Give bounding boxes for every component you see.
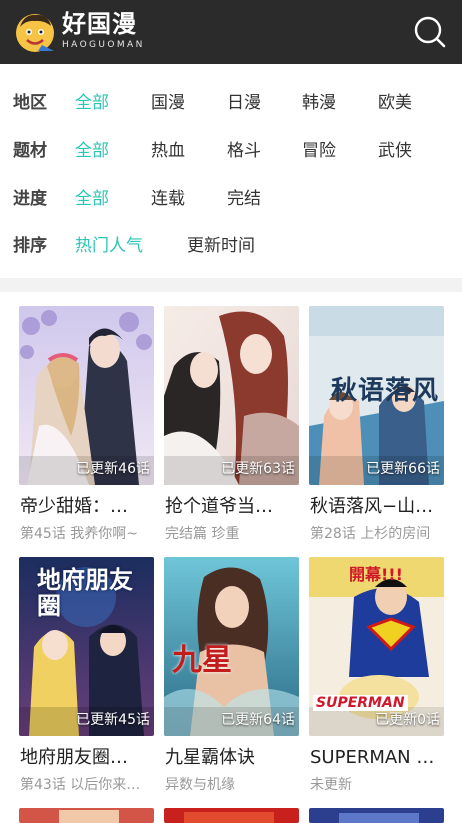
filter-option-genre-wuxia[interactable]: 武侠 — [378, 139, 412, 163]
cover-title-art: 九星 — [172, 643, 232, 678]
sort-option-popular[interactable]: 热门人气 — [75, 234, 143, 258]
cover-title-art: 地府朋友圈 — [37, 565, 133, 620]
comic-latest-chapter: 异数与机缘 — [165, 777, 235, 793]
filter-option-genre-fighting[interactable]: 格斗 — [227, 139, 261, 163]
filter-label: 地区 — [13, 93, 47, 113]
comic-latest-chapter: 第28话 上杉的房间 — [310, 526, 431, 542]
comic-title[interactable]: 抢个道爷当… — [165, 495, 299, 519]
filter-option-progress-all[interactable]: 全部 — [75, 187, 109, 211]
filter-option-region-all[interactable]: 全部 — [75, 91, 109, 115]
comic-title[interactable]: 秋语落风−山… — [310, 495, 444, 519]
filter-option-progress-finished[interactable]: 完结 — [227, 187, 261, 211]
update-count-badge: 已更新0话 — [375, 712, 440, 728]
cover-title-art: SUPERMAN — [313, 695, 408, 711]
search-icon[interactable] — [412, 14, 448, 50]
app-title: 好国漫 — [62, 10, 137, 38]
comic-cover[interactable] — [19, 808, 154, 823]
comic-card-partial[interactable] — [309, 808, 444, 823]
cover-badge-text: 開幕!!! — [349, 565, 403, 584]
comic-cover[interactable]: 九星 已更新64话 — [164, 557, 299, 736]
filter-row-progress: 进度 全部 连载 完结 — [0, 175, 462, 223]
app-subtitle: HAOGUOMAN — [62, 40, 145, 50]
comic-cover[interactable]: 秋语落风 已更新66话 — [309, 306, 444, 485]
filter-label: 排序 — [13, 236, 47, 256]
filter-option-genre-adventure[interactable]: 冒险 — [302, 139, 336, 163]
cover-title-art: 秋语落风 — [331, 376, 440, 406]
comic-latest-chapter: 未更新 — [310, 777, 352, 793]
comic-latest-chapter: 第43话 以后你来… — [20, 777, 141, 793]
mascot-logo-icon — [16, 14, 54, 52]
filter-row-genre: 题材 全部 热血 格斗 冒险 武侠 — [0, 127, 462, 175]
update-count-badge: 已更新63话 — [221, 461, 295, 477]
filter-option-region-korea[interactable]: 韩漫 — [302, 91, 336, 115]
top-bar: 好国漫 HAOGUOMAN — [0, 0, 462, 64]
comic-card-partial[interactable] — [164, 808, 299, 823]
filter-row-region: 地区 全部 国漫 日漫 韩漫 欧美 — [0, 79, 462, 127]
update-count-badge: 已更新45话 — [76, 712, 150, 728]
comic-cover[interactable] — [164, 808, 299, 823]
filter-option-region-japan[interactable]: 日漫 — [227, 91, 261, 115]
filter-option-genre-all[interactable]: 全部 — [75, 139, 109, 163]
comic-cover[interactable]: 地府朋友圈 已更新45话 — [19, 557, 154, 736]
filter-option-genre-action[interactable]: 热血 — [151, 139, 185, 163]
update-count-badge: 已更新66话 — [366, 461, 440, 477]
comic-card-partial[interactable] — [19, 808, 154, 823]
filter-option-region-china[interactable]: 国漫 — [151, 91, 185, 115]
update-count-badge: 已更新46话 — [76, 461, 150, 477]
filter-panel: 地区 全部 国漫 日漫 韩漫 欧美 题材 全部 热血 格斗 冒险 武侠 进度 全… — [0, 64, 462, 278]
comic-cover[interactable]: 開幕!!! SUPERMAN 已更新0话 — [309, 557, 444, 736]
filter-label: 进度 — [13, 189, 47, 209]
sort-option-updated[interactable]: 更新时间 — [187, 234, 255, 258]
comic-title[interactable]: 帝少甜婚：… — [20, 495, 154, 519]
comic-title[interactable]: 九星霸体诀 — [165, 746, 299, 770]
comic-grid: 已更新46话 帝少甜婚：… 第45话 我养你啊~ 已更新63话 抢个道爷当… 完… — [0, 292, 462, 823]
comic-cover[interactable]: 已更新63话 — [164, 306, 299, 485]
comic-title[interactable]: 地府朋友圈… — [20, 746, 154, 770]
comic-latest-chapter: 第45话 我养你啊~ — [20, 526, 138, 542]
filter-option-progress-ongoing[interactable]: 连载 — [151, 187, 185, 211]
comic-cover[interactable] — [309, 808, 444, 823]
filter-label: 题材 — [13, 141, 47, 161]
comic-title[interactable]: SUPERMAN … — [310, 746, 444, 770]
filter-row-sort: 排序 热门人气 更新时间 — [0, 222, 462, 270]
update-count-badge: 已更新64话 — [221, 712, 295, 728]
comic-latest-chapter: 完结篇 珍重 — [165, 526, 240, 542]
section-divider — [0, 278, 462, 292]
filter-option-region-west[interactable]: 欧美 — [378, 91, 412, 115]
comic-cover[interactable]: 已更新46话 — [19, 306, 154, 485]
